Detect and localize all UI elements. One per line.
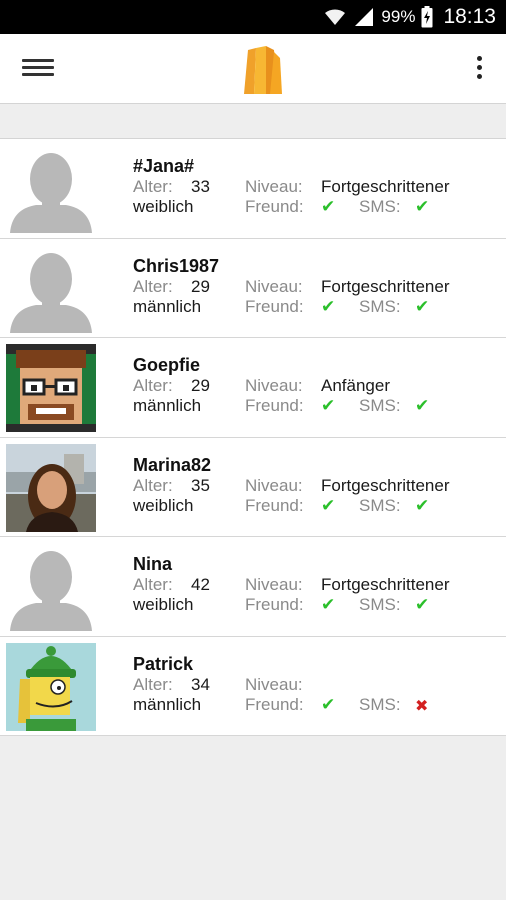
- check-icon: ✔: [415, 396, 430, 415]
- user-list: #Jana# Alter: 33 weiblich Niveau: Fortge…: [0, 138, 506, 736]
- check-icon: ✔: [321, 296, 336, 316]
- sms-label: SMS:: [359, 296, 401, 316]
- level-value: Fortgeschrittener: [321, 575, 450, 594]
- user-list-item[interactable]: Marina82 Alter: 35 weiblich Niveau: Fort…: [0, 437, 506, 537]
- avatar: [6, 543, 96, 631]
- user-list-item[interactable]: #Jana# Alter: 33 weiblich Niveau: Fortge…: [0, 139, 506, 239]
- avatar: [6, 344, 96, 432]
- gender-value: männlich: [133, 396, 202, 415]
- age-label: Alter:: [133, 177, 173, 196]
- age-value: 35: [191, 475, 210, 495]
- age-label: Alter:: [133, 475, 173, 495]
- avatar: [6, 443, 96, 532]
- level-label: Niveau:: [245, 376, 303, 395]
- level-value: Fortgeschrittener: [321, 177, 450, 196]
- age-label: Alter:: [133, 575, 173, 594]
- avatar: [6, 145, 96, 233]
- age-label: Alter:: [133, 276, 173, 296]
- level-label: Niveau:: [245, 177, 303, 196]
- friend-label: Freund:: [245, 694, 304, 714]
- gender-value: männlich: [133, 694, 202, 714]
- user-list-item[interactable]: Nina Alter: 42 weiblich Niveau: Fortgesc…: [0, 537, 506, 637]
- sms-label: SMS:: [359, 694, 401, 714]
- cross-icon: ✖: [415, 697, 429, 715]
- age-label: Alter:: [133, 674, 173, 694]
- user-name: #Jana#: [133, 156, 195, 176]
- battery-charging-icon: [421, 6, 433, 28]
- status-bar: 99% 18:13: [0, 0, 506, 34]
- friend-label: Freund:: [245, 296, 304, 316]
- user-list-item[interactable]: Patrick Alter: 34 männlich Niveau: Freun…: [0, 636, 506, 736]
- gender-value: weiblich: [133, 495, 194, 515]
- sms-label: SMS:: [359, 495, 401, 515]
- check-icon: ✔: [415, 197, 430, 216]
- friend-label: Freund:: [245, 595, 304, 614]
- user-name: Patrick: [133, 653, 194, 674]
- avatar: [6, 642, 96, 731]
- age-value: 34: [191, 674, 210, 694]
- age-value: 29: [191, 376, 210, 395]
- gender-value: männlich: [133, 296, 202, 316]
- friend-label: Freund:: [245, 396, 304, 415]
- check-icon: ✔: [321, 495, 336, 515]
- app-bar: [0, 34, 506, 104]
- avatar: [6, 244, 96, 333]
- age-label: Alter:: [133, 376, 173, 395]
- sms-label: SMS:: [359, 197, 401, 216]
- wifi-icon: [325, 9, 346, 25]
- age-value: 33: [191, 177, 210, 196]
- status-time: 18:13: [443, 5, 496, 28]
- user-name: Goepfie: [133, 355, 201, 375]
- check-icon: ✔: [321, 595, 336, 614]
- check-icon: ✔: [321, 396, 336, 415]
- level-label: Niveau:: [245, 276, 303, 296]
- level-value: Anfänger: [321, 376, 390, 395]
- gender-value: weiblich: [133, 595, 194, 614]
- age-value: 29: [191, 276, 210, 296]
- level-value: Fortgeschrittener: [321, 276, 450, 296]
- user-list-item[interactable]: Goepfie Alter: 29 männlich Niveau: Anfän…: [0, 338, 506, 438]
- level-label: Niveau:: [245, 674, 303, 694]
- signal-icon: [355, 8, 374, 26]
- level-label: Niveau:: [245, 475, 303, 495]
- check-icon: ✔: [415, 595, 430, 614]
- check-icon: ✔: [415, 296, 430, 316]
- check-icon: ✔: [321, 694, 336, 714]
- check-icon: ✔: [415, 495, 430, 515]
- user-name: Nina: [133, 554, 173, 574]
- hamburger-menu-icon[interactable]: [22, 56, 54, 82]
- level-value: Fortgeschrittener: [321, 475, 450, 495]
- user-name: Marina82: [133, 454, 212, 475]
- user-name: Chris1987: [133, 255, 220, 276]
- friend-label: Freund:: [245, 197, 304, 216]
- sms-label: SMS:: [359, 396, 401, 415]
- more-vert-icon[interactable]: [470, 54, 488, 84]
- battery-percent: 99%: [381, 7, 416, 26]
- age-value: 42: [191, 575, 210, 594]
- check-icon: ✔: [321, 197, 336, 216]
- status-bar-right: 99% 18:13: [323, 0, 496, 34]
- app-logo-icon: [244, 46, 282, 94]
- sms-label: SMS:: [359, 595, 401, 614]
- gender-value: weiblich: [133, 197, 194, 216]
- level-label: Niveau:: [245, 575, 303, 594]
- user-list-item[interactable]: Chris1987 Alter: 29 männlich Niveau: For…: [0, 238, 506, 338]
- friend-label: Freund:: [245, 495, 304, 515]
